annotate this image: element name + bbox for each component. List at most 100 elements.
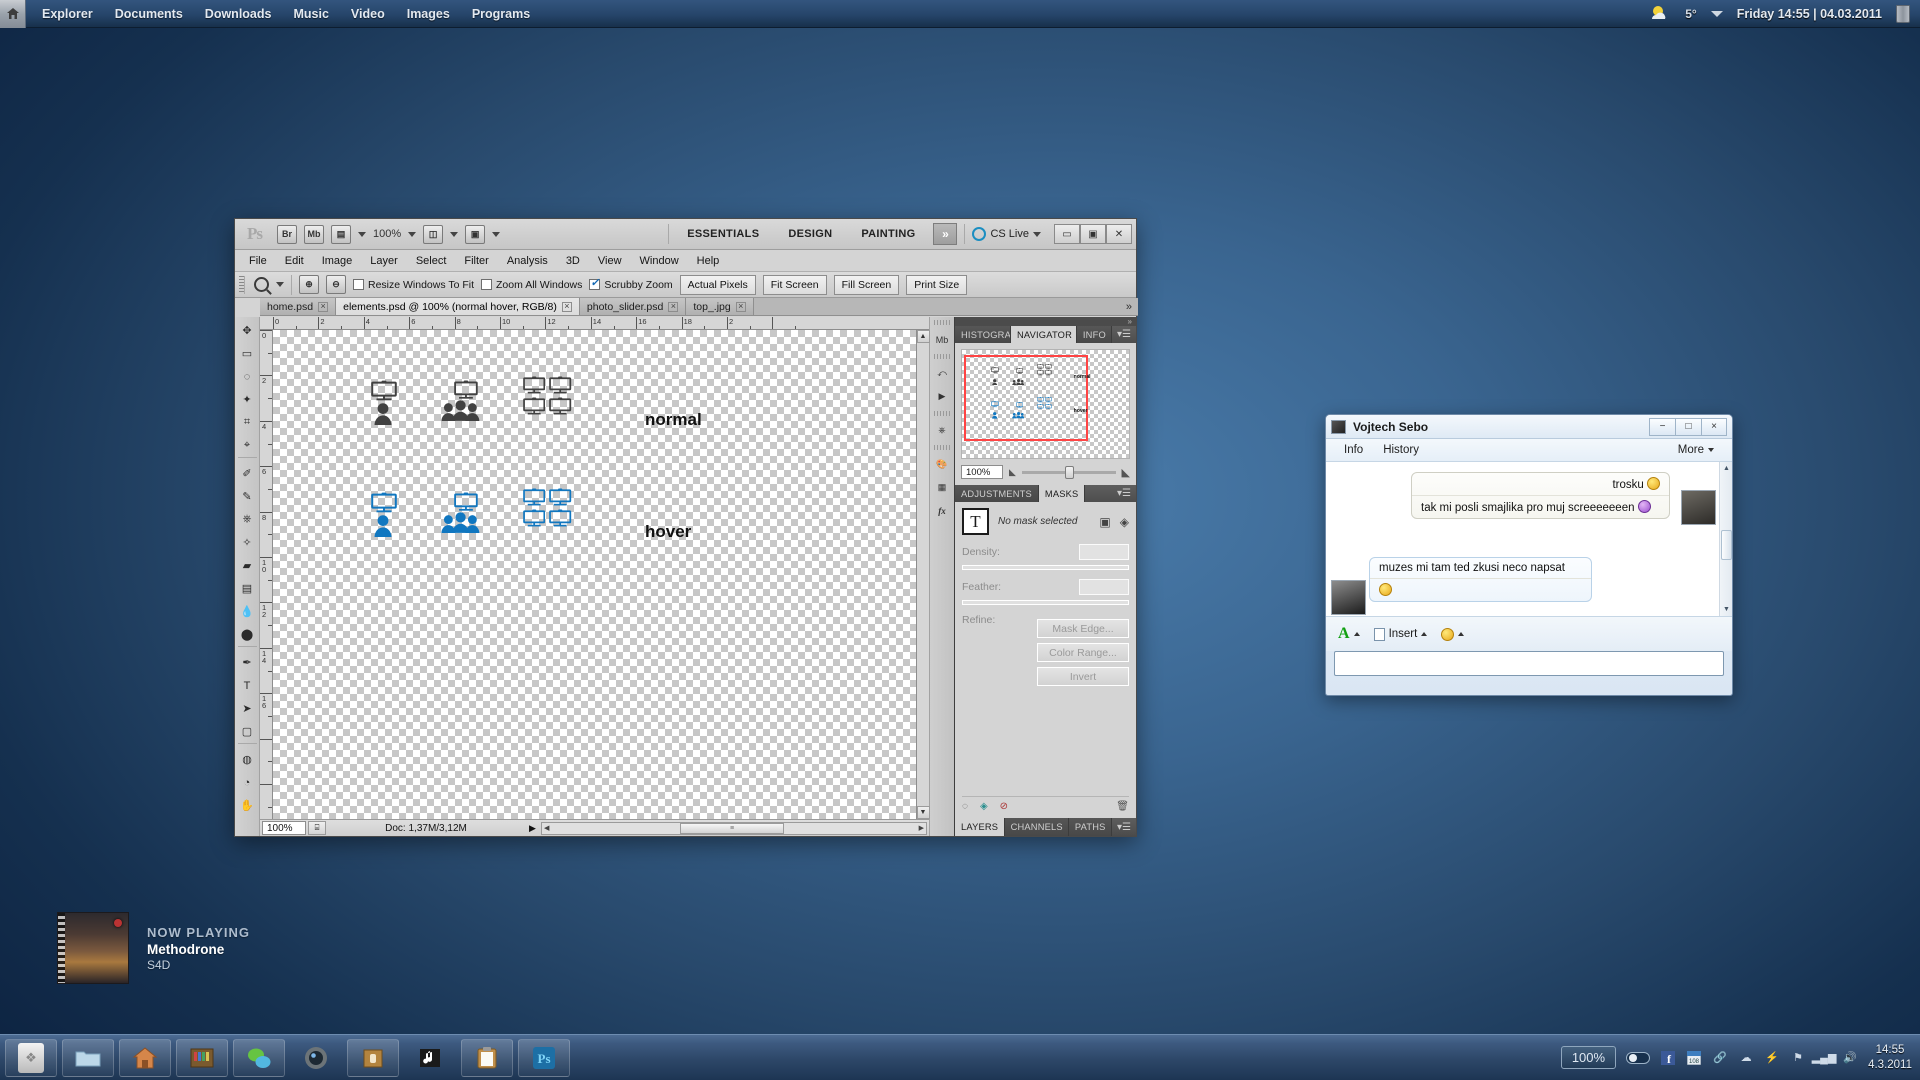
tray-zoom-level[interactable]: 100% bbox=[1560, 1046, 1617, 1069]
panel-collapse-chevrons-icon[interactable]: » bbox=[955, 317, 1136, 326]
eraser-tool[interactable]: ▰ bbox=[236, 554, 259, 577]
clipboard-button[interactable] bbox=[461, 1038, 513, 1077]
chat-bubbles-button[interactable] bbox=[233, 1038, 285, 1077]
workspace-design[interactable]: DESIGN bbox=[777, 228, 843, 240]
package-box-button[interactable] bbox=[347, 1038, 399, 1077]
mini-bridge-icon[interactable]: Mb bbox=[931, 328, 954, 351]
magic-wand-tool[interactable]: ✦ bbox=[236, 388, 259, 411]
canvas-vertical-scrollbar[interactable]: ▲ ▼ bbox=[916, 330, 930, 819]
scroll-left-icon[interactable]: ◀ bbox=[544, 824, 549, 832]
menu-view[interactable]: View bbox=[590, 253, 630, 269]
mini-bridge-button[interactable]: Mb bbox=[304, 224, 324, 244]
top-menu-item-documents[interactable]: Documents bbox=[115, 7, 183, 21]
trash-icon[interactable] bbox=[1896, 4, 1910, 23]
screen-mode-chevron-down-icon[interactable] bbox=[492, 231, 501, 237]
document-tab-photo-slider[interactable]: photo_slider.psd × bbox=[579, 298, 687, 315]
menu-file[interactable]: File bbox=[241, 253, 275, 269]
navigator-thumbnail[interactable]: normal hover bbox=[961, 349, 1130, 459]
arrange-chevron-down-icon[interactable] bbox=[450, 231, 459, 237]
home-button[interactable] bbox=[0, 0, 26, 28]
document-tab-home[interactable]: home.psd × bbox=[260, 298, 337, 315]
dodge-tool[interactable]: ⬤ bbox=[236, 623, 259, 646]
zoom-tool-icon[interactable] bbox=[254, 277, 269, 292]
mask-density-slider[interactable] bbox=[962, 565, 1129, 570]
photoshop-window[interactable]: Ps Br Mb ▤ 100% ◫ ▣ ESSENTIALS DESIGN PA… bbox=[234, 218, 1138, 837]
checkbox-scrubby-zoom[interactable]: Scrubby Zoom bbox=[589, 276, 673, 291]
mask-thumbnail[interactable]: T bbox=[962, 508, 989, 535]
menu-edit[interactable]: Edit bbox=[277, 253, 312, 269]
clone-source-icon[interactable]: ⎈ bbox=[931, 419, 954, 442]
checkbox-box-zoomall[interactable] bbox=[481, 279, 493, 290]
checkbox-box-resize[interactable] bbox=[353, 279, 364, 290]
workspace-more-button[interactable]: » bbox=[933, 223, 958, 245]
rounded-rectangle-tool[interactable]: ▢ bbox=[236, 720, 259, 743]
menu-analysis[interactable]: Analysis bbox=[499, 253, 556, 269]
volume-icon[interactable]: 🔊 bbox=[1842, 1050, 1858, 1066]
menu-help[interactable]: Help bbox=[689, 253, 728, 269]
3d-rotate-tool[interactable]: ◍ bbox=[236, 748, 259, 771]
workspace-essentials[interactable]: ESSENTIALS bbox=[676, 228, 770, 240]
close-icon[interactable]: × bbox=[318, 301, 329, 312]
cloud-icon[interactable]: ☁ bbox=[1738, 1050, 1754, 1066]
start-orb-button[interactable]: ❖ bbox=[5, 1038, 57, 1077]
minimize-button[interactable]: ▭ bbox=[1054, 224, 1080, 244]
play-triangle-icon[interactable]: ▶ bbox=[526, 823, 539, 834]
top-menu-item-video[interactable]: Video bbox=[351, 7, 385, 21]
mask-feather-slider[interactable] bbox=[962, 600, 1129, 605]
zoom-out-icon[interactable]: ⊖ bbox=[326, 275, 346, 294]
menu-select[interactable]: Select bbox=[408, 253, 455, 269]
add-vector-mask-icon[interactable]: ◈ bbox=[1120, 515, 1129, 529]
mask-feather-field[interactable] bbox=[1079, 579, 1129, 595]
document-tabs-overflow-chevron-icon[interactable]: » bbox=[1119, 298, 1138, 315]
view-extras-chevron-down-icon[interactable] bbox=[358, 231, 366, 237]
canvas-horizontal-scrollbar[interactable]: ◀ ≡ ▶ bbox=[541, 821, 927, 835]
chat-tab-history[interactable]: History bbox=[1383, 444, 1419, 456]
checkbox-zoom-all-windows[interactable]: Zoom All Windows bbox=[481, 279, 582, 291]
menu-layer[interactable]: Layer bbox=[362, 253, 406, 269]
chat-more-menu[interactable]: More bbox=[1678, 444, 1714, 456]
top-menu-item-music[interactable]: Music bbox=[293, 7, 328, 21]
menu-filter[interactable]: Filter bbox=[456, 253, 496, 269]
workspace-painting[interactable]: PAINTING bbox=[850, 228, 926, 240]
zoom-out-small-icon[interactable]: ◣ bbox=[1009, 467, 1016, 478]
bridge-button[interactable]: Br bbox=[277, 224, 297, 244]
navigator-zoom-slider[interactable] bbox=[1021, 465, 1116, 479]
signal-bars-icon[interactable]: ▂▄▆ bbox=[1812, 1050, 1837, 1066]
close-button[interactable]: ✕ bbox=[1106, 224, 1132, 244]
fit-screen-button[interactable]: Fit Screen bbox=[762, 274, 827, 295]
options-bar-grip[interactable] bbox=[239, 275, 245, 294]
spot-healing-brush-tool[interactable]: ✐ bbox=[236, 462, 259, 485]
actual-pixels-button[interactable]: Actual Pixels bbox=[679, 274, 756, 295]
chat-scroll-thumb[interactable] bbox=[1721, 529, 1732, 560]
scroll-right-icon[interactable]: ▶ bbox=[919, 824, 924, 832]
home-folder-button[interactable] bbox=[119, 1038, 171, 1077]
top-menu-item-images[interactable]: Images bbox=[407, 7, 450, 21]
history-brush-tool[interactable]: ✧ bbox=[236, 531, 259, 554]
3d-orbit-tool[interactable]: ◔ bbox=[236, 771, 259, 794]
dock-grip-1[interactable] bbox=[934, 320, 950, 325]
color-icon[interactable]: 🎨 bbox=[931, 453, 954, 476]
scroll-down-icon[interactable]: ▼ bbox=[916, 806, 930, 819]
document-tab-top-jpg[interactable]: top_.jpg × bbox=[686, 298, 754, 315]
top-menu-item-programs[interactable]: Programs bbox=[472, 7, 530, 21]
delete-mask-icon[interactable]: 🗑 bbox=[1116, 801, 1129, 812]
status-zoom-field[interactable]: 100% bbox=[262, 821, 306, 835]
tab-histogram[interactable]: HISTOGRAM bbox=[955, 326, 1011, 343]
emoticon-button[interactable] bbox=[1441, 627, 1465, 641]
plug-icon[interactable]: ⚡ bbox=[1764, 1050, 1780, 1066]
facebook-icon[interactable]: f bbox=[1660, 1050, 1676, 1066]
brush-tool[interactable]: ✎ bbox=[236, 485, 259, 508]
layers-panel-menu-icon[interactable]: ▾☰ bbox=[1112, 818, 1136, 836]
top-menu-item-downloads[interactable]: Downloads bbox=[205, 7, 272, 21]
checkbox-box-scrubby[interactable] bbox=[589, 276, 601, 290]
menu-window[interactable]: Window bbox=[632, 253, 687, 269]
navigator-zoom-field[interactable]: 100% bbox=[961, 465, 1003, 479]
tab-layers[interactable]: LAYERS bbox=[955, 818, 1005, 836]
path-selection-tool[interactable]: ➤ bbox=[236, 697, 259, 720]
print-size-button[interactable]: Print Size bbox=[906, 274, 968, 295]
chat-input-field[interactable] bbox=[1334, 651, 1724, 676]
eyedropper-tool[interactable]: ⌖ bbox=[236, 434, 259, 457]
tab-info[interactable]: INFO bbox=[1076, 326, 1113, 343]
chat-window[interactable]: Vojtech Sebo − □ × Info History More tro… bbox=[1325, 414, 1733, 696]
music-player-button[interactable] bbox=[404, 1039, 456, 1077]
